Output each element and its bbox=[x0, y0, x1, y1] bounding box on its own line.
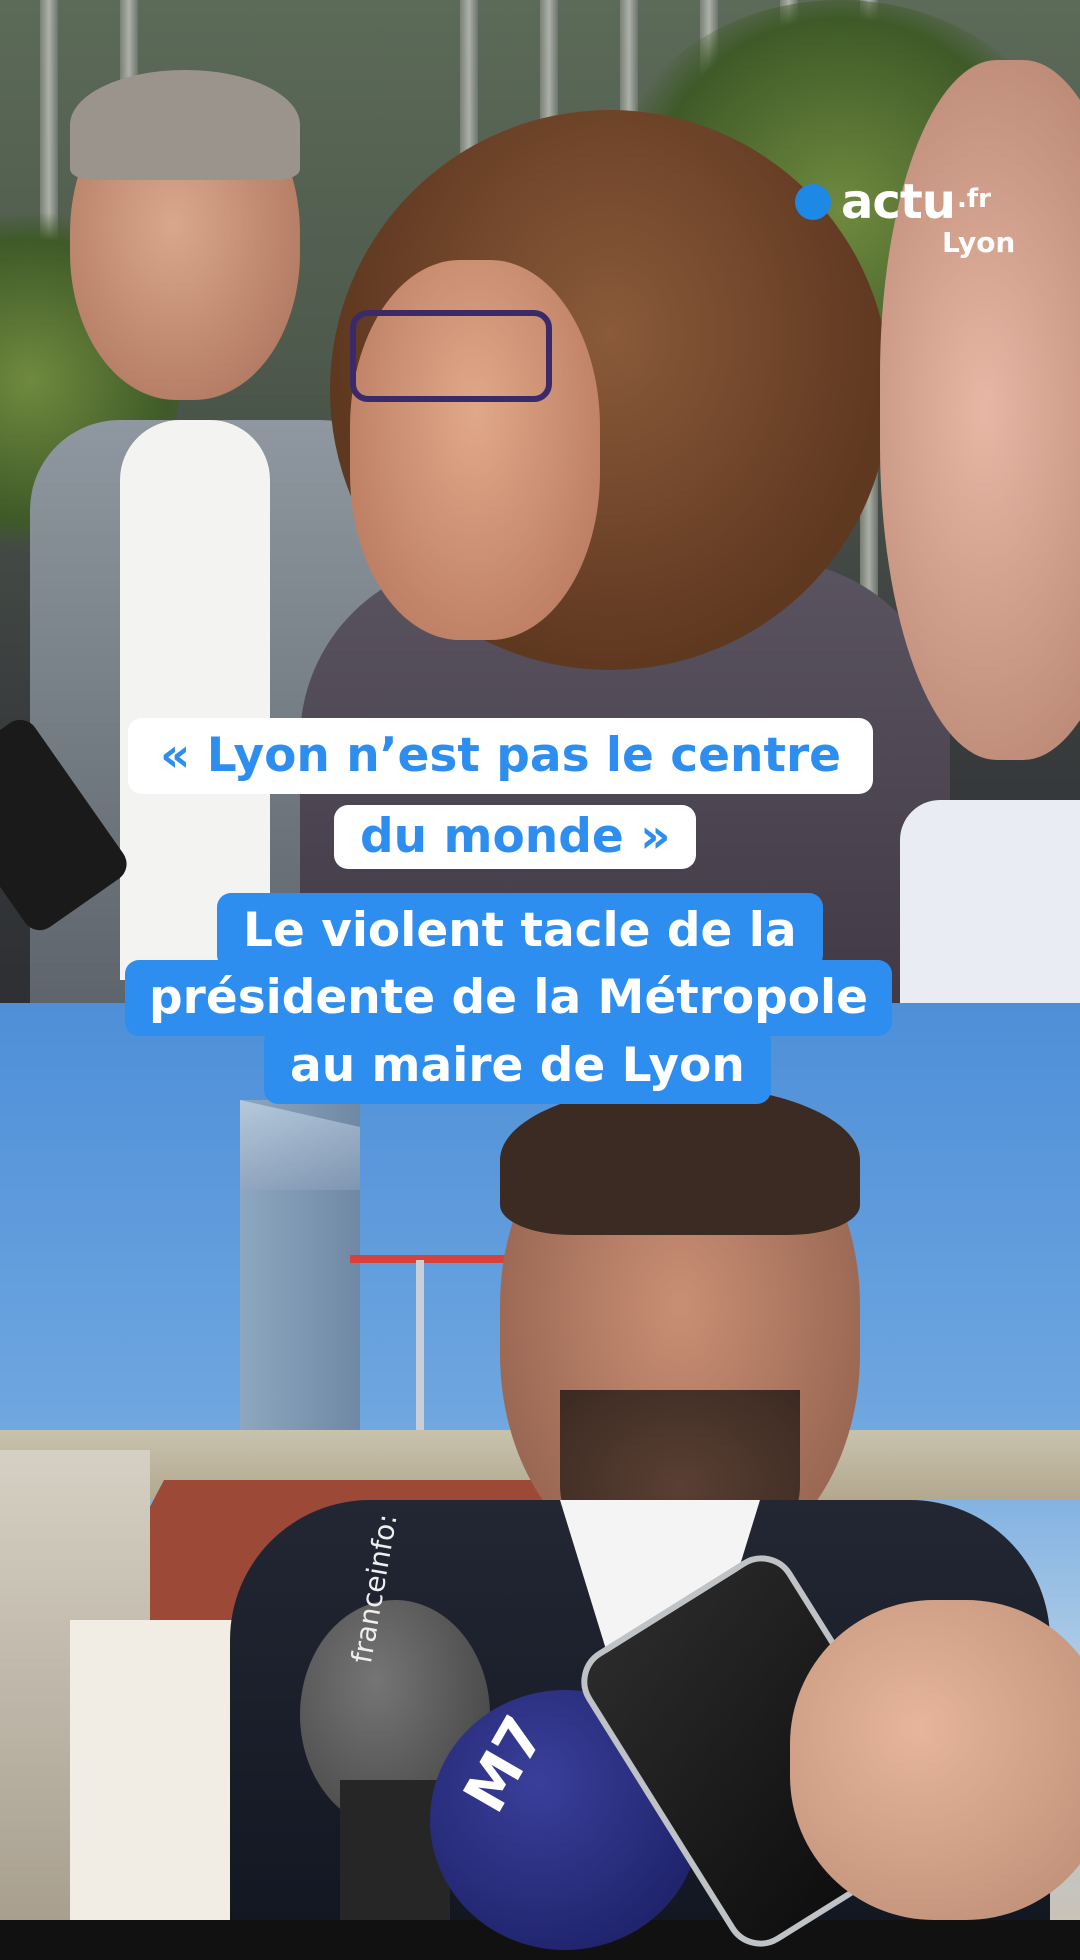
man-bottom-hair bbox=[500, 1085, 860, 1235]
glasses bbox=[350, 310, 552, 402]
man-right-shirt bbox=[900, 800, 1080, 1003]
man-left-hair bbox=[70, 70, 300, 180]
hand bbox=[790, 1600, 1080, 1920]
quote-line-2: du monde » bbox=[334, 805, 697, 869]
subtitle-line-2: présidente de la Métropole bbox=[125, 960, 893, 1036]
logo-city: Lyon bbox=[942, 226, 1016, 259]
man-right-head bbox=[880, 60, 1080, 760]
actu-logo: actu .fr bbox=[795, 178, 991, 226]
crane-jib bbox=[350, 1255, 510, 1263]
subtitle-line-3: au maire de Lyon bbox=[264, 1028, 771, 1104]
logo-dot-icon bbox=[795, 184, 831, 220]
logo-text: actu bbox=[841, 174, 956, 230]
quote-line-1: « Lyon n’est pas le centre bbox=[128, 718, 873, 794]
subtitle-line-1: Le violent tacle de la bbox=[217, 893, 823, 969]
logo-tld: .fr bbox=[956, 184, 991, 214]
